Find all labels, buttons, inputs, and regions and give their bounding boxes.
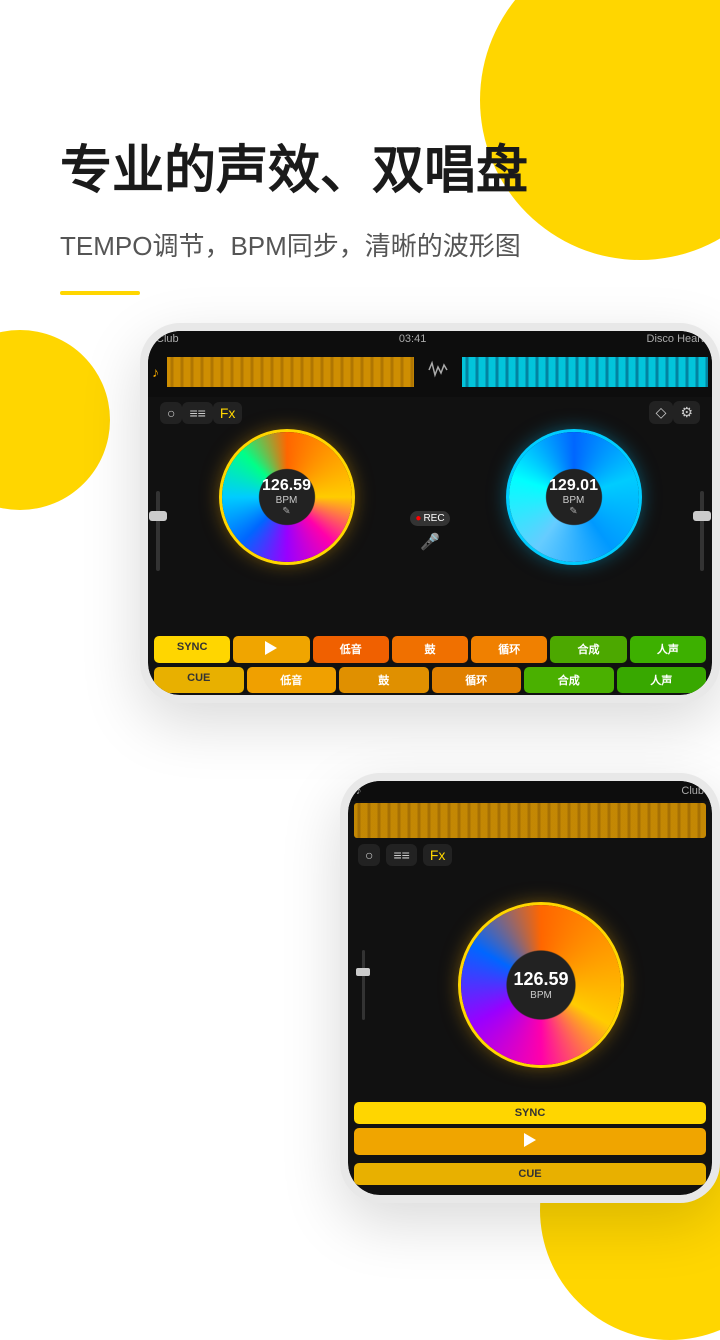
mini-sync-button[interactable]: SYNC: [354, 1102, 706, 1124]
controls-row: ○ ≡≡ Fx ◇ ⚙: [148, 397, 712, 428]
cue-button[interactable]: CUE: [154, 667, 244, 693]
main-title: 专业的声效、双唱盘: [60, 140, 660, 202]
loop-button-bottom[interactable]: 循环: [432, 667, 522, 693]
right-fader-track: [700, 491, 704, 571]
mini-ctrl-circle[interactable]: ○: [358, 844, 380, 866]
divider-line: [60, 291, 140, 295]
second-phone-area: ♪ Club ○ ≡≡ Fx: [0, 773, 720, 1203]
left-fader-knob: [149, 511, 167, 521]
waveform-center-icon: [418, 359, 458, 386]
drum-button-bottom[interactable]: 鼓: [339, 667, 429, 693]
mic-icon[interactable]: 🎤: [420, 532, 440, 552]
mini-vinyl: 126.59 BPM: [461, 905, 621, 1065]
main-phone-screen: Club 03:41 Disco Heart ♪ ○: [148, 331, 712, 695]
header-section: 专业的声效、双唱盘 TEMPO调节，BPM同步，清晰的波形图: [0, 0, 720, 263]
main-phone-area: Club 03:41 Disco Heart ♪ ○: [0, 323, 720, 753]
mini-play-icon: [524, 1133, 536, 1147]
mini-cue-button[interactable]: CUE: [354, 1163, 706, 1185]
mini-track-name: Club: [681, 785, 704, 797]
vocal-button-top[interactable]: 人声: [630, 636, 706, 663]
vocal-button-bottom[interactable]: 人声: [617, 667, 707, 693]
track-labels-row: Club 03:41 Disco Heart: [148, 331, 712, 347]
second-phone-mockup: ♪ Club ○ ≡≡ Fx: [340, 773, 720, 1203]
button-row-2: CUE 低音 鼓 循环 合成 人声: [148, 665, 712, 695]
vinyl-right-bpm: 129.01: [549, 477, 598, 495]
dj-app-ui: Club 03:41 Disco Heart ♪ ○: [148, 331, 712, 695]
waveform-bar: ♪: [148, 347, 712, 397]
mini-button-row-2: [348, 1126, 712, 1157]
vinyl-left: 126.59 BPM ✎: [222, 432, 352, 562]
right-fader-knob: [693, 511, 711, 521]
left-fader[interactable]: [148, 432, 168, 630]
bass-button-top[interactable]: 低音: [313, 636, 389, 663]
middle-col: ●REC 🎤: [405, 432, 455, 630]
track-left-name: Club: [156, 333, 179, 345]
ctrl-fx[interactable]: Fx: [213, 402, 243, 424]
mini-button-row-1: SYNC: [348, 1100, 712, 1126]
second-phone-screen: ♪ Club ○ ≡≡ Fx: [348, 781, 712, 1195]
page-content: 专业的声效、双唱盘 TEMPO调节，BPM同步，清晰的波形图 Club 03:4…: [0, 0, 720, 1203]
sub-title: TEMPO调节，BPM同步，清晰的波形图: [60, 226, 660, 263]
mini-play-button[interactable]: [354, 1128, 706, 1155]
mini-ctrl-eq[interactable]: ≡≡: [386, 844, 416, 866]
ctrl-gear[interactable]: ⚙: [673, 401, 700, 424]
vinyl-right-bpm-label: BPM: [549, 495, 598, 506]
right-fader[interactable]: [692, 432, 712, 630]
mini-ctrl-fx[interactable]: Fx: [423, 844, 453, 866]
button-row-1: SYNC 低音 鼓 循环 合成 人声: [148, 634, 712, 665]
mini-button-row-3: CUE: [348, 1161, 712, 1187]
deck-left: 126.59 BPM ✎: [168, 432, 405, 630]
left-fader-track: [156, 491, 160, 571]
vinyl-left-bpm: 126.59: [262, 477, 311, 495]
decks-area: 126.59 BPM ✎ ●REC 🎤: [148, 428, 712, 634]
vinyl-left-bpm-label: BPM: [262, 495, 311, 506]
vinyl-right-center: 129.01 BPM ✎: [549, 477, 598, 517]
vinyl-right: 129.01 BPM ✎: [509, 432, 639, 562]
ctrl-circle[interactable]: ○: [160, 402, 182, 424]
main-phone-mockup: Club 03:41 Disco Heart ♪ ○: [140, 323, 720, 703]
bass-button-bottom[interactable]: 低音: [247, 667, 337, 693]
vinyl-left-center: 126.59 BPM ✎: [262, 477, 311, 517]
waveform-left: [167, 357, 414, 387]
rec-button[interactable]: ●REC: [410, 511, 449, 526]
deck-right: 129.01 BPM ✎: [455, 432, 692, 630]
track-left-time: 03:41: [399, 333, 427, 345]
play-button[interactable]: [233, 636, 309, 663]
ctrl-diamond[interactable]: ◇: [649, 401, 674, 424]
sync-button[interactable]: SYNC: [154, 636, 230, 663]
ctrl-eq[interactable]: ≡≡: [182, 402, 212, 424]
track-right-name: Disco Heart: [647, 333, 704, 345]
play-icon: [265, 641, 277, 655]
synth-button-bottom[interactable]: 合成: [524, 667, 614, 693]
dj-app-ui-mini: ♪ Club ○ ≡≡ Fx: [348, 781, 712, 1195]
drum-button-top[interactable]: 鼓: [392, 636, 468, 663]
waveform-right: [462, 357, 709, 387]
loop-button-top[interactable]: 循环: [471, 636, 547, 663]
synth-button-top[interactable]: 合成: [550, 636, 626, 663]
